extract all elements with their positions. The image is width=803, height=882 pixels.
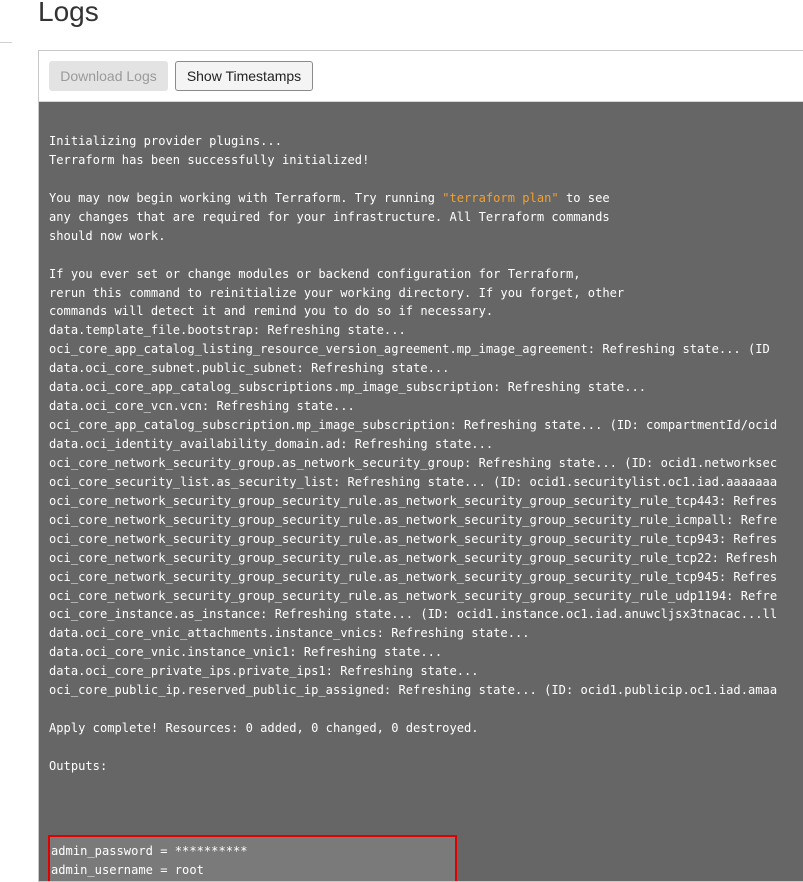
log-line: data.template_file.bootstrap: Refreshing…: [49, 323, 406, 338]
page-title: Logs: [38, 0, 99, 27]
log-line: data.oci_core_vcn.vcn: Refreshing state.…: [49, 399, 355, 414]
log-line: oci_core_instance.as_instance: Refreshin…: [49, 607, 778, 622]
log-line: data.oci_core_private_ips.private_ips1: …: [49, 664, 479, 679]
log-line: data.oci_identity_availability_domain.ad…: [49, 437, 494, 451]
log-line: oci_core_network_security_group_security…: [49, 588, 778, 603]
show-timestamps-button[interactable]: Show Timestamps: [175, 61, 313, 91]
log-line: rerun this command to reinitialize your …: [49, 285, 625, 300]
outputs-text: admin_password = ********** admin_usernam…: [51, 842, 422, 881]
output-line: instance_public_url = https://193.122.16…: [51, 880, 422, 881]
log-line: should now work.: [49, 228, 166, 243]
log-line: If you ever set or change modules or bac…: [49, 266, 581, 281]
log-line: oci_core_network_security_group_security…: [49, 493, 778, 508]
log-text: Initializing provider plugins... Terrafor…: [49, 132, 777, 776]
logs-panel: Download Logs Show Timestamps Initializi…: [38, 50, 803, 882]
log-line: Terraform has been successfully initiali…: [49, 152, 370, 167]
log-line-text: to see: [558, 190, 610, 205]
log-line: You may now begin working with Terraform…: [49, 189, 777, 208]
log-line: oci_core_security_list.as_security_list:…: [49, 474, 778, 489]
log-line: oci_core_app_catalog_subscription.mp_ima…: [49, 418, 778, 433]
highlighted-command: "terraform plan": [442, 190, 559, 205]
log-line: Initializing provider plugins...: [49, 134, 282, 148]
log-line-text: You may now begin working with Terraform…: [49, 190, 443, 205]
log-line: data.oci_core_app_catalog_subscriptions.…: [49, 380, 647, 395]
download-logs-button: Download Logs: [49, 61, 168, 91]
outputs-highlight-box: admin_password = ********** admin_usernam…: [48, 835, 457, 881]
logs-toolbar: Download Logs Show Timestamps: [39, 51, 803, 102]
log-line: oci_core_network_security_group_security…: [49, 531, 778, 546]
log-line: data.oci_core_vnic_attachments.instance_…: [49, 626, 530, 641]
log-line: oci_core_public_ip.reserved_public_ip_as…: [49, 683, 778, 698]
output-line: admin_username = root: [51, 862, 204, 877]
log-line: oci_core_app_catalog_listing_resource_ve…: [49, 342, 770, 357]
log-line: oci_core_network_security_group_security…: [49, 512, 778, 527]
log-line: Outputs:: [49, 758, 108, 773]
log-line: commands will detect it and remind you t…: [49, 304, 494, 319]
output-line: admin_password = **********: [51, 844, 248, 858]
log-line: data.oci_core_subnet.public_subnet: Refr…: [49, 361, 450, 376]
log-line: oci_core_network_security_group_security…: [49, 550, 778, 565]
log-line: oci_core_network_security_group_security…: [49, 569, 778, 584]
divider: [0, 42, 12, 43]
log-output[interactable]: Initializing provider plugins... Terrafor…: [39, 102, 803, 881]
log-line: Apply complete! Resources: 0 added, 0 ch…: [49, 721, 479, 736]
log-line: oci_core_network_security_group.as_netwo…: [49, 455, 778, 470]
log-line: data.oci_core_vnic.instance_vnic1: Refre…: [49, 645, 443, 660]
log-line: any changes that are required for your i…: [49, 209, 610, 224]
